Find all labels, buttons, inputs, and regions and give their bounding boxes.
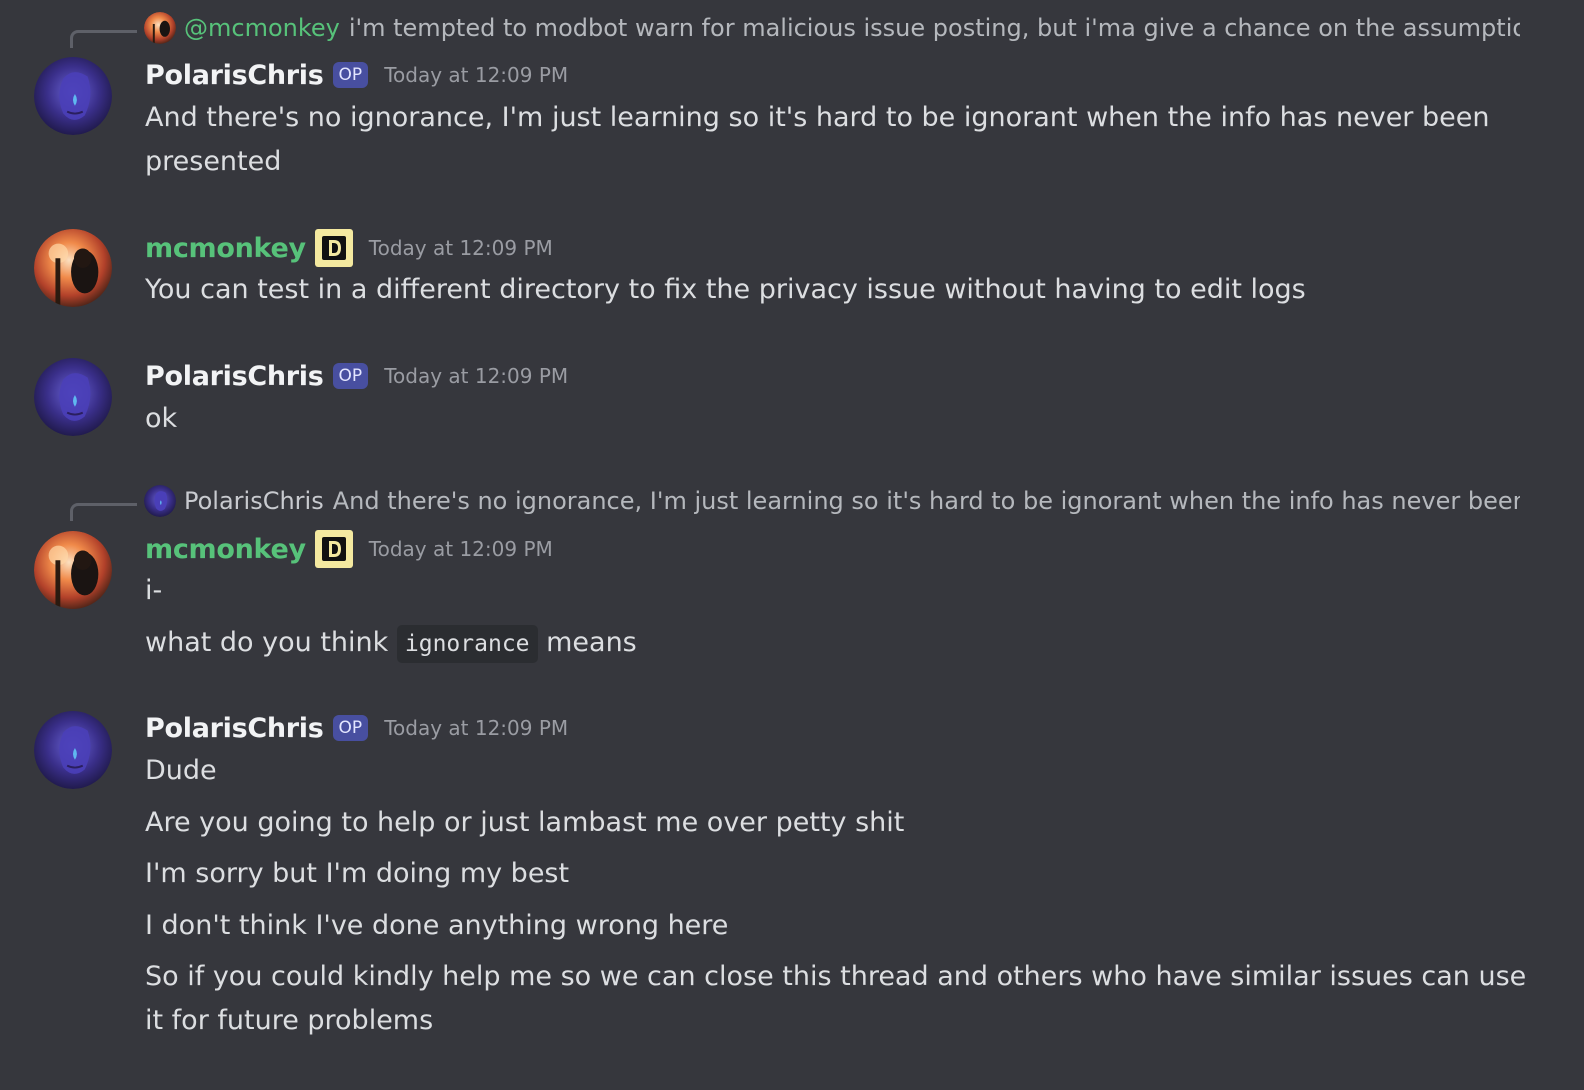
polarischris-avatar[interactable] [34, 57, 112, 135]
inline-code: ignorance [396, 625, 538, 663]
text-segment: what do you think [145, 627, 389, 658]
mcmonkey-avatar-icon [144, 12, 176, 44]
chat-message-list: @mcmonkey i'm tempted to modbot warn for… [0, 0, 1584, 1090]
reply-text[interactable]: And there's no ignorance, I'm just learn… [333, 487, 1520, 515]
message-text: Are you going to help or just lambast me… [145, 807, 905, 838]
message-text-with-code: what do you think ignorance means [145, 621, 637, 666]
reply-preview[interactable]: @mcmonkey i'm tempted to modbot warn for… [70, 8, 1520, 48]
reply-preview[interactable]: PolarisChris And there's no ignorance, I… [70, 481, 1520, 521]
message-text: i- [145, 575, 163, 606]
op-badge: OP [332, 62, 369, 88]
message-text: it for future problems [145, 1005, 434, 1036]
timestamp[interactable]: Today at 12:09 PM [384, 716, 568, 740]
text-segment: means [546, 627, 637, 658]
d-badge-icon [314, 229, 353, 267]
timestamp[interactable]: Today at 12:09 PM [369, 236, 553, 260]
polarischris-avatar-icon [144, 485, 176, 517]
message-text: So if you could kindly help me so we can… [145, 961, 1527, 992]
timestamp[interactable]: Today at 12:09 PM [384, 364, 568, 388]
polarischris-avatar[interactable] [34, 711, 112, 789]
message-text: And there's no ignorance, I'm just learn… [145, 102, 1490, 133]
message-text: presented [145, 146, 282, 177]
reply-connector [70, 30, 137, 48]
reply-text[interactable]: i'm tempted to modbot warn for malicious… [349, 14, 1520, 42]
author-name[interactable]: PolarisChris [145, 60, 324, 91]
author-name[interactable]: PolarisChris [145, 361, 324, 392]
reply-connector [70, 503, 137, 521]
message-text: Dude [145, 755, 217, 786]
author-name[interactable]: PolarisChris [145, 713, 324, 744]
message-text: ok [145, 403, 178, 434]
message-text: I'm sorry but I'm doing my best [145, 858, 570, 889]
message-text: You can test in a different directory to… [145, 274, 1306, 305]
mcmonkey-avatar[interactable] [34, 531, 112, 609]
op-badge: OP [332, 363, 369, 389]
author-name[interactable]: mcmonkey [145, 534, 306, 565]
polarischris-avatar[interactable] [34, 358, 112, 436]
reply-author-name[interactable]: PolarisChris [184, 487, 324, 515]
timestamp[interactable]: Today at 12:09 PM [384, 63, 568, 87]
op-badge: OP [332, 715, 369, 741]
mcmonkey-avatar[interactable] [34, 229, 112, 307]
author-name[interactable]: mcmonkey [145, 233, 306, 264]
d-badge-icon [314, 530, 353, 568]
reply-author-name[interactable]: @mcmonkey [184, 14, 340, 42]
timestamp[interactable]: Today at 12:09 PM [369, 537, 553, 561]
message-text: I don't think I've done anything wrong h… [145, 910, 729, 941]
